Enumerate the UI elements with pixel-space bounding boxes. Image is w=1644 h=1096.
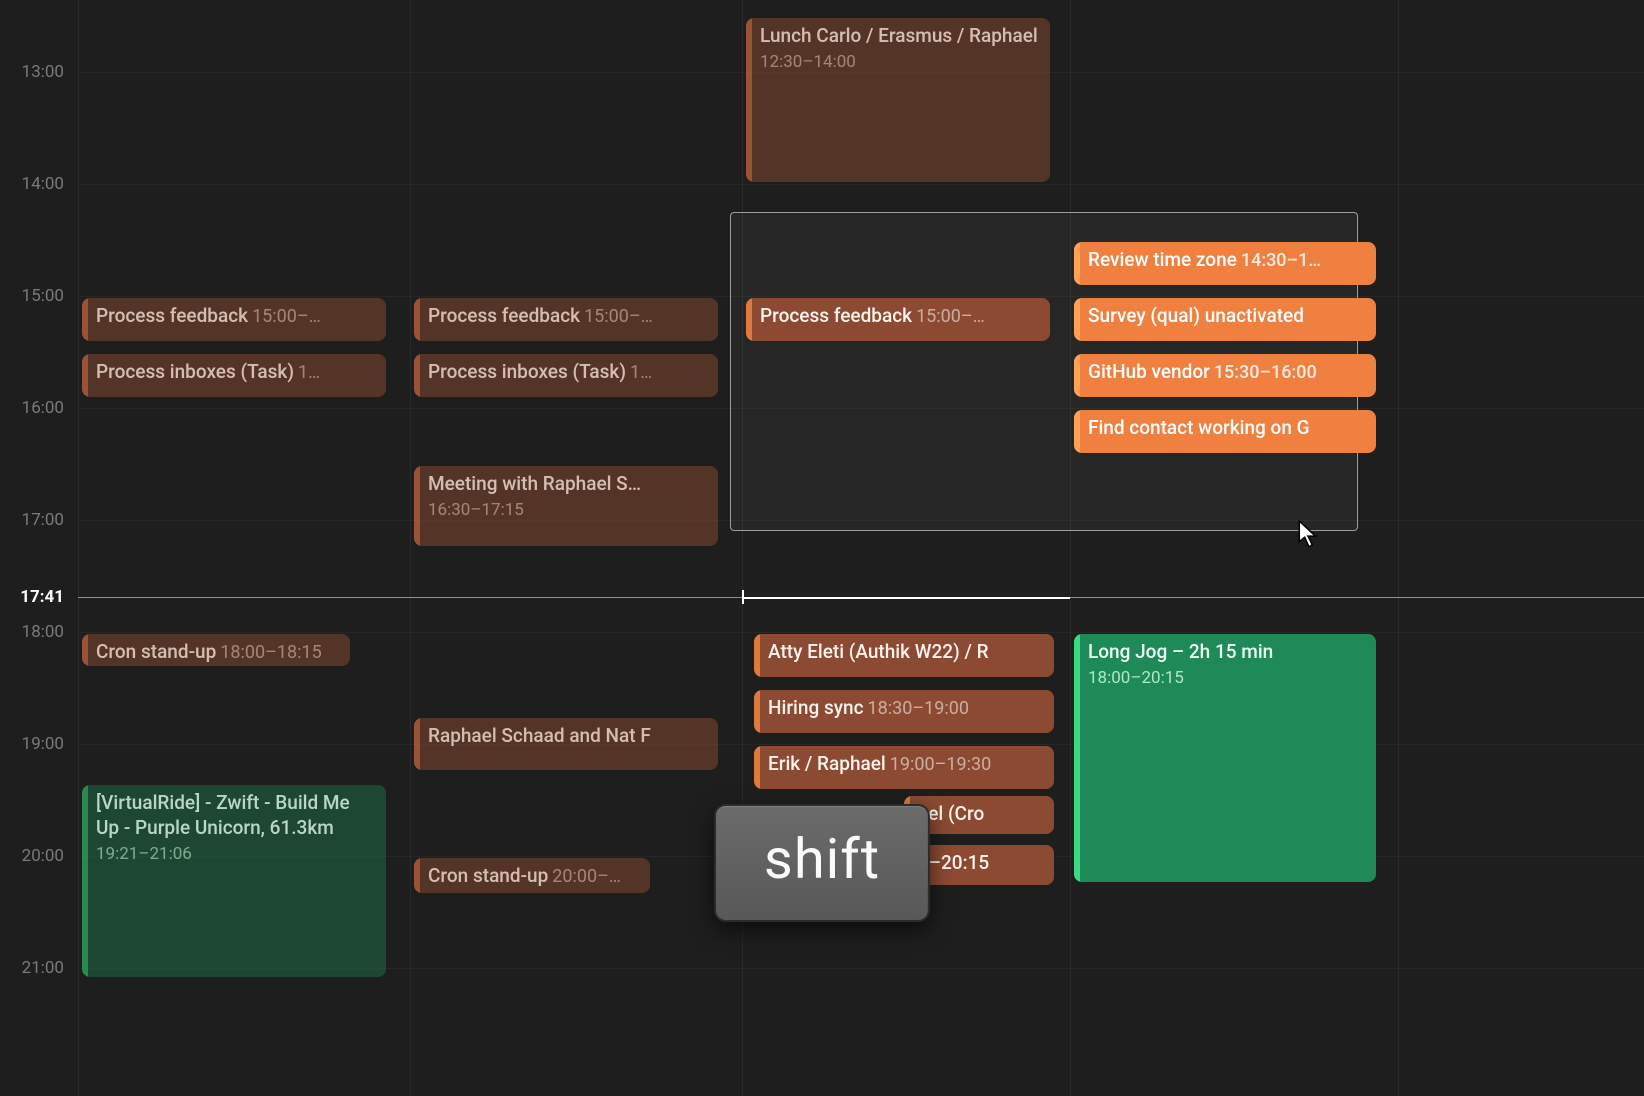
calendar-event[interactable]: Find contact working on G xyxy=(1074,410,1376,453)
event-accent-bar xyxy=(414,466,420,546)
event-accent-bar xyxy=(1074,242,1080,285)
event-accent-bar xyxy=(746,298,752,341)
event-accent-bar xyxy=(414,298,420,341)
current-time-tick xyxy=(742,590,744,604)
calendar-event[interactable]: Process feedback15:00–… xyxy=(746,298,1050,341)
calendar-event[interactable]: Meeting with Raphael S… 16:30–17:15 xyxy=(414,466,718,546)
event-time: 15:30–16:00 xyxy=(1214,362,1317,383)
hour-gridline xyxy=(78,744,1644,745)
event-accent-bar xyxy=(1074,354,1080,397)
calendar-event[interactable]: Process feedback15:00–… xyxy=(82,298,386,341)
current-time-highlight xyxy=(742,597,1070,599)
event-accent-bar xyxy=(754,634,760,677)
event-accent-bar xyxy=(414,354,420,397)
event-time: 15:00–… xyxy=(916,306,985,327)
event-accent-bar xyxy=(82,634,88,666)
event-time: 1… xyxy=(630,362,652,383)
calendar-event[interactable]: Long Jog – 2h 15 min 18:00–20:15 xyxy=(1074,634,1376,882)
event-title: Cron stand-up xyxy=(96,640,216,663)
calendar-grid[interactable]: 13:0014:0015:0016:0017:0018:0019:0020:00… xyxy=(0,0,1644,1096)
event-title: Atty Eleti (Authik W22) / R xyxy=(768,640,989,663)
calendar-event[interactable]: Survey (qual) unactivated xyxy=(1074,298,1376,341)
event-time: 19:21–21:06 xyxy=(96,843,376,865)
event-accent-bar xyxy=(1074,410,1080,453)
event-title: Process feedback xyxy=(96,304,248,327)
event-time: 1… xyxy=(298,362,320,383)
event-time: 16:30–17:15 xyxy=(428,499,708,521)
hour-gridline xyxy=(78,184,1644,185)
event-title: Review time zone xyxy=(1088,248,1237,271)
event-accent-bar xyxy=(82,785,88,977)
event-title: Cron stand-up xyxy=(428,864,548,887)
day-column-divider xyxy=(1398,0,1399,1096)
event-title: Process inboxes (Task) xyxy=(428,360,626,383)
key-toast: shift xyxy=(714,804,930,922)
event-accent-bar xyxy=(1074,298,1080,341)
calendar-event[interactable]: Raphael Schaad and Nat F xyxy=(414,718,718,770)
event-accent-bar xyxy=(82,354,88,397)
event-accent-bar xyxy=(1074,634,1080,882)
day-column-divider xyxy=(78,0,79,1096)
calendar-event[interactable]: Process feedback15:00–… xyxy=(414,298,718,341)
day-column-divider xyxy=(1070,0,1071,1096)
calendar-event[interactable]: Hiring sync18:30–19:00 xyxy=(754,690,1054,733)
event-title: Lunch Carlo / Erasmus / Raphael xyxy=(760,24,1038,47)
event-time: 18:30–19:00 xyxy=(868,698,969,719)
event-title: Hiring sync xyxy=(768,696,864,719)
event-accent-bar xyxy=(414,718,420,770)
calendar-event[interactable]: Review time zone14:30–1… xyxy=(1074,242,1376,285)
event-title: [VirtualRide] - Zwift - Build Me Up - Pu… xyxy=(96,791,350,839)
event-time: 15:00–… xyxy=(584,306,653,327)
day-column-divider xyxy=(410,0,411,1096)
event-time: 14:30–1… xyxy=(1241,250,1321,271)
event-time: 20:00–… xyxy=(552,866,621,887)
event-title: Process feedback xyxy=(760,304,912,327)
event-accent-bar xyxy=(414,858,420,893)
event-title: Find contact working on G xyxy=(1088,416,1310,439)
calendar-event[interactable]: Erik / Raphael19:00–19:30 xyxy=(754,746,1054,789)
calendar-event[interactable]: Cron stand-up20:00–… xyxy=(414,858,650,893)
event-title: GitHub vendor xyxy=(1088,360,1210,383)
event-time: 12:30–14:00 xyxy=(760,51,1040,73)
event-accent-bar xyxy=(82,298,88,341)
key-toast-label: shift xyxy=(764,826,880,892)
event-accent-bar xyxy=(754,746,760,789)
event-time: 19:00–19:30 xyxy=(890,754,991,775)
day-column-divider xyxy=(742,0,743,1096)
event-title: Raphael Schaad and Nat F xyxy=(428,724,651,747)
hour-gridline xyxy=(78,632,1644,633)
calendar-event[interactable]: Process inboxes (Task)1… xyxy=(82,354,386,397)
event-title: Long Jog – 2h 15 min xyxy=(1088,640,1273,663)
event-title: Process feedback xyxy=(428,304,580,327)
event-time: 18:00–18:15 xyxy=(220,642,321,663)
event-title: Survey (qual) unactivated xyxy=(1088,304,1304,327)
calendar-event[interactable]: Process inboxes (Task)1… xyxy=(414,354,718,397)
calendar-event[interactable]: Cron stand-up18:00–18:15 xyxy=(82,634,350,666)
calendar-event[interactable]: GitHub vendor15:30–16:00 xyxy=(1074,354,1376,397)
calendar-event[interactable]: Atty Eleti (Authik W22) / R xyxy=(754,634,1054,677)
calendar-event[interactable]: Lunch Carlo / Erasmus / Raphael 12:30–14:… xyxy=(746,18,1050,182)
event-accent-bar xyxy=(746,18,752,182)
event-time: 15:00–… xyxy=(252,306,321,327)
event-title: Erik / Raphael xyxy=(768,752,886,775)
event-title: Meeting with Raphael S… xyxy=(428,472,641,495)
calendar-event[interactable]: [VirtualRide] - Zwift - Build Me Up - Pu… xyxy=(82,785,386,977)
event-time: 18:00–20:15 xyxy=(1088,667,1366,689)
time-axis: 17:41 xyxy=(0,0,78,1096)
event-title: Process inboxes (Task) xyxy=(96,360,294,383)
event-accent-bar xyxy=(754,690,760,733)
current-time-label: 17:41 xyxy=(20,587,64,607)
